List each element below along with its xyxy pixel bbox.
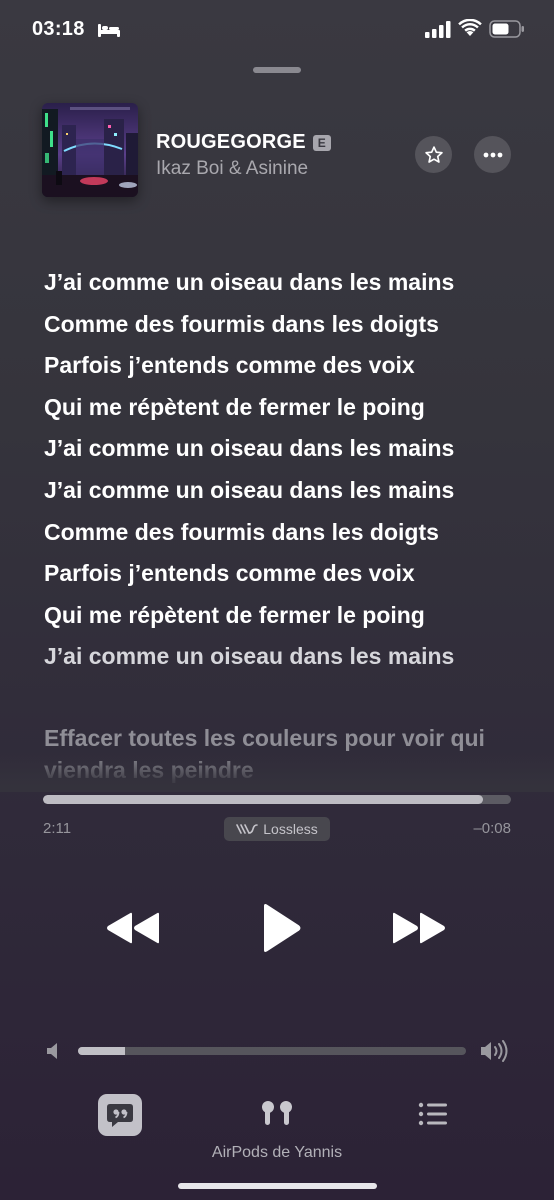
lyric-line[interactable]: Qui me répètent de fermer le poing <box>44 387 524 429</box>
queue-list-icon[interactable] <box>418 1102 448 1126</box>
audio-output-label[interactable]: AirPods de Yannis <box>0 1144 554 1162</box>
airpods-icon[interactable] <box>258 1100 296 1128</box>
lossless-icon <box>236 824 259 834</box>
ellipsis-icon <box>483 152 502 157</box>
cellular-signal-icon <box>425 21 451 38</box>
playback-progress-fill <box>43 795 483 804</box>
favorite-button[interactable] <box>415 136 452 173</box>
star-icon <box>424 145 443 163</box>
wifi-icon <box>458 19 482 36</box>
lyric-line[interactable]: J’ai comme un oiseau dans les mains <box>44 428 524 470</box>
lyrics-fade-overlay <box>0 752 554 792</box>
lyric-line[interactable]: Parfois j’entends comme des voix <box>44 553 524 595</box>
previous-track-button[interactable] <box>103 905 163 951</box>
lyric-line[interactable]: Qui me répètent de fermer le poing <box>44 595 524 637</box>
volume-high-icon <box>481 1040 508 1062</box>
battery-icon <box>489 20 524 38</box>
status-bar: 03:18 <box>0 0 554 60</box>
lossless-badge[interactable]: Lossless <box>224 817 330 841</box>
lyrics-quote-icon <box>107 1104 133 1127</box>
volume-low-icon <box>47 1043 57 1059</box>
lyrics-panel[interactable]: J’ai comme un oiseau dans les mains Comm… <box>44 262 524 678</box>
playback-scrubber[interactable] <box>43 795 511 804</box>
lyric-line[interactable]: Comme des fourmis dans les doigts <box>44 512 524 554</box>
album-artwork[interactable] <box>42 103 138 197</box>
song-artist[interactable]: Ikaz Boi & Asinine <box>156 158 308 180</box>
sleep-focus-icon <box>98 24 120 37</box>
home-indicator[interactable] <box>178 1183 377 1189</box>
lyrics-toggle-button[interactable] <box>98 1094 142 1136</box>
lyric-line[interactable]: J’ai comme un oiseau dans les mains <box>44 262 524 304</box>
lyric-line[interactable]: J’ai comme un oiseau dans les mains <box>44 470 524 512</box>
lossless-label: Lossless <box>263 821 318 837</box>
volume-slider[interactable] <box>78 1047 466 1055</box>
explicit-badge: E <box>312 134 331 151</box>
play-icon <box>264 904 301 952</box>
elapsed-time: 2:11 <box>43 820 72 837</box>
play-button[interactable] <box>252 900 308 956</box>
remaining-time: –0:08 <box>473 820 511 837</box>
status-time: 03:18 <box>32 18 85 40</box>
lyric-line[interactable]: Comme des fourmis dans les doigts <box>44 304 524 346</box>
next-track-button[interactable] <box>389 905 449 951</box>
lyric-line[interactable]: Parfois j’entends comme des voix <box>44 345 524 387</box>
song-title-row: ROUGEGORGE E <box>156 131 331 154</box>
fast-forward-icon <box>393 912 445 944</box>
lyric-line[interactable]: J’ai comme un oiseau dans les mains <box>44 636 524 678</box>
song-title[interactable]: ROUGEGORGE <box>156 131 306 154</box>
rewind-icon <box>107 912 159 944</box>
more-options-button[interactable] <box>474 136 511 173</box>
volume-level-fill <box>78 1047 125 1055</box>
sheet-grabber[interactable] <box>253 67 301 73</box>
